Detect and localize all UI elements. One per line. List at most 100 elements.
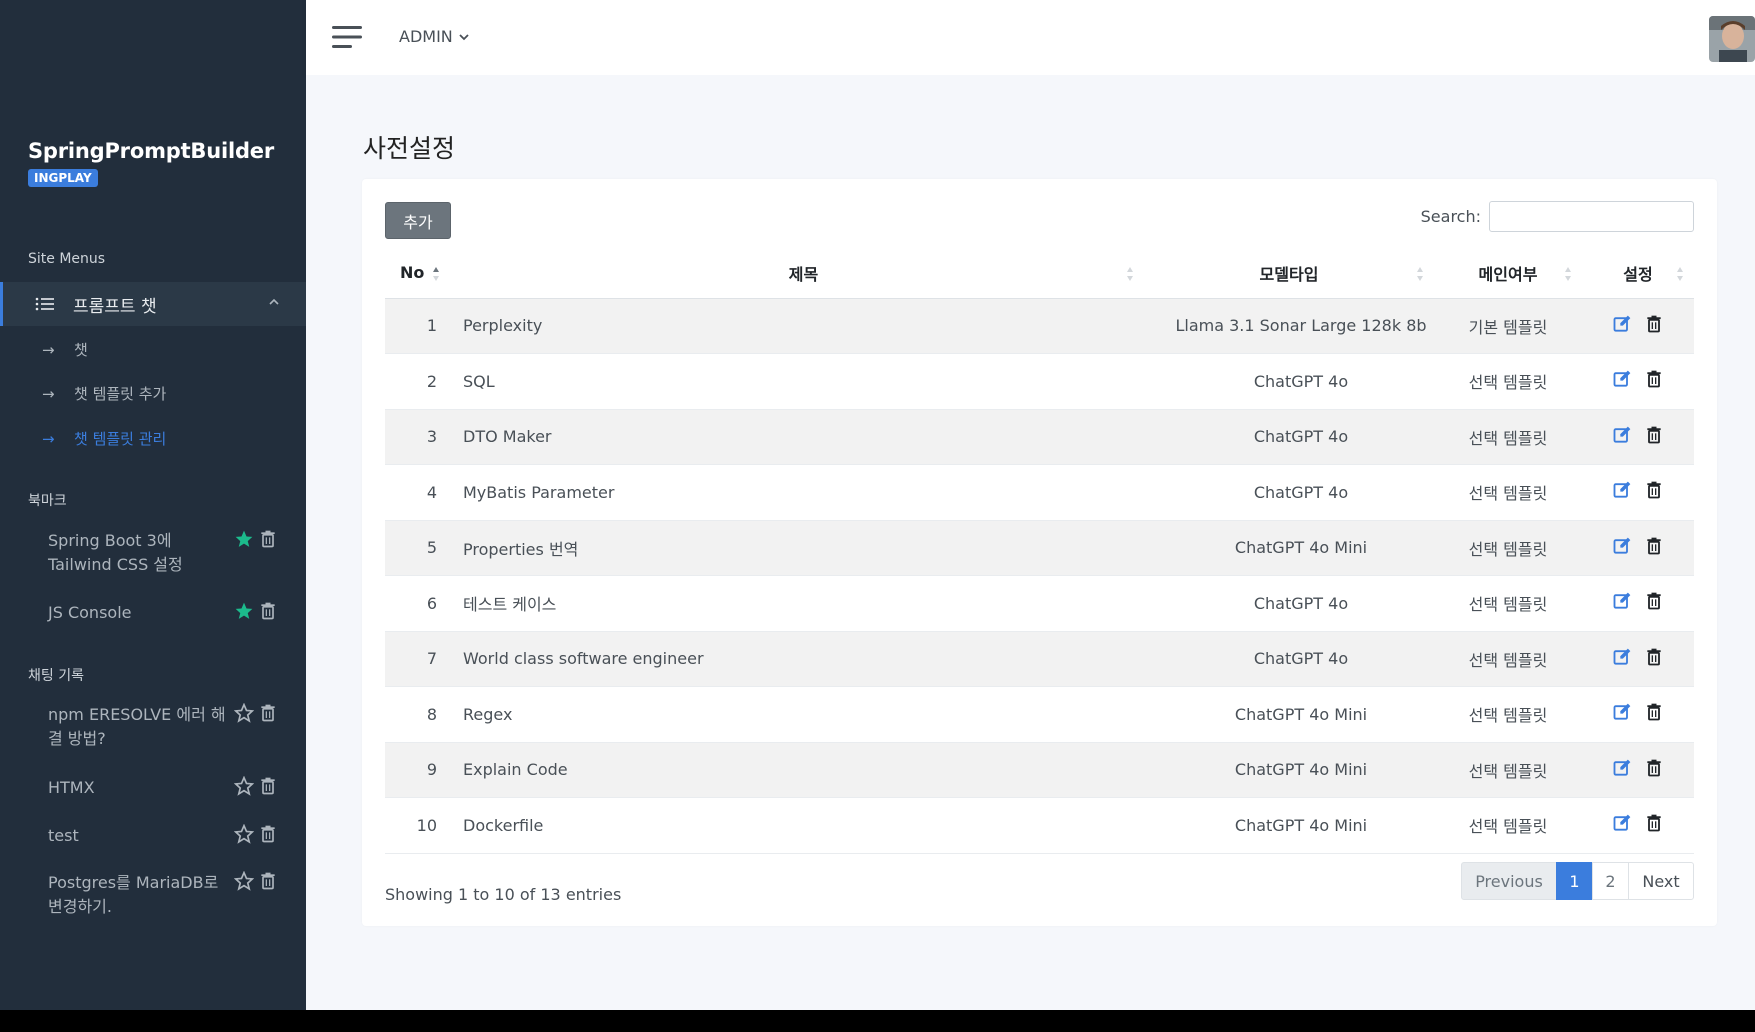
cell-settings (1582, 631, 1694, 687)
table-row[interactable]: 4 MyBatis Parameter ChatGPT 4o 선택 템플릿 (385, 464, 1694, 521)
edit-icon[interactable] (1612, 425, 1632, 445)
edit-icon[interactable] (1612, 813, 1632, 833)
cell-title: Properties 번역 (445, 520, 1144, 576)
table-row[interactable]: 6 테스트 케이스 ChatGPT 4o 선택 템플릿 (385, 575, 1694, 632)
star-filled-icon[interactable] (234, 601, 254, 621)
star-icon[interactable] (234, 776, 254, 796)
edit-icon[interactable] (1612, 369, 1632, 389)
history-label: HTMX (48, 778, 95, 797)
add-button[interactable]: 추가 (385, 202, 451, 239)
star-icon[interactable] (234, 824, 254, 844)
column-header-main[interactable]: 메인여부 (1434, 248, 1582, 299)
trash-icon[interactable] (1644, 813, 1664, 833)
history-item[interactable]: test (48, 824, 298, 848)
trash-icon[interactable] (258, 871, 278, 891)
column-header-no[interactable]: No (385, 248, 445, 299)
cell-title: Regex (445, 686, 1144, 743)
arrow-right-icon: → (42, 340, 55, 359)
edit-icon[interactable] (1612, 758, 1632, 778)
table-row[interactable]: 1 Perplexity Llama 3.1 Sonar Large 128k 8b… (385, 298, 1694, 354)
cell-no: 6 (385, 575, 445, 632)
trash-icon[interactable] (1644, 480, 1664, 500)
previous-button[interactable]: Previous (1461, 862, 1557, 900)
cell-main: 선택 템플릿 (1434, 409, 1582, 465)
column-header-settings[interactable]: 설정 (1582, 248, 1694, 299)
sidebar: SpringPromptBuilder INGPLAY Site Menus 프… (0, 0, 306, 1010)
page-2-button[interactable]: 2 (1592, 862, 1629, 900)
user-menu[interactable]: ADMIN (399, 27, 469, 46)
table-row[interactable]: 3 DTO Maker ChatGPT 4o 선택 템플릿 (385, 409, 1694, 465)
hamburger-icon[interactable] (332, 25, 362, 49)
bookmarks-heading: 북마크 (28, 493, 67, 509)
trash-icon[interactable] (1644, 591, 1664, 611)
submenu-chat[interactable]: → 챗 (42, 339, 88, 360)
edit-icon[interactable] (1612, 591, 1632, 611)
cell-settings (1582, 575, 1694, 632)
edit-icon[interactable] (1612, 536, 1632, 556)
site-menus-heading: Site Menus (28, 251, 106, 267)
history-label: npm ERESOLVE 에러 해결 방법? (48, 705, 226, 748)
column-header-title[interactable]: 제목 (445, 248, 1144, 299)
edit-icon[interactable] (1612, 647, 1632, 667)
brand-title[interactable]: SpringPromptBuilder (28, 139, 274, 163)
chat-history-heading: 채팅 기록 (28, 668, 84, 684)
table-header-row: No 제목 모델타입 메인여부 설정 (385, 248, 1694, 299)
trash-icon[interactable] (258, 776, 278, 796)
trash-icon[interactable] (1644, 758, 1664, 778)
table-row[interactable]: 2 SQL ChatGPT 4o 선택 템플릿 (385, 353, 1694, 410)
star-filled-icon[interactable] (234, 529, 254, 549)
trash-icon[interactable] (258, 601, 278, 621)
edit-icon[interactable] (1612, 702, 1632, 722)
trash-icon[interactable] (1644, 425, 1664, 445)
table-info: Showing 1 to 10 of 13 entries (385, 885, 622, 904)
trash-icon[interactable] (258, 529, 278, 549)
sort-icon (1127, 267, 1133, 281)
brand[interactable]: SpringPromptBuilder INGPLAY (28, 139, 274, 187)
trash-icon[interactable] (1644, 314, 1664, 334)
page-1-button[interactable]: 1 (1556, 862, 1593, 900)
history-item[interactable]: npm ERESOLVE 에러 해결 방법? (48, 703, 298, 751)
table-row[interactable]: 5 Properties 번역 ChatGPT 4o Mini 선택 템플릿 (385, 520, 1694, 576)
cell-model: ChatGPT 4o (1144, 353, 1434, 410)
edit-icon[interactable] (1612, 314, 1632, 334)
trash-icon[interactable] (1644, 702, 1664, 722)
trash-icon[interactable] (258, 703, 278, 723)
submenu-add-template[interactable]: → 챗 템플릿 추가 (42, 383, 166, 404)
search: Search: (1421, 201, 1694, 232)
sidebar-item-prompt-chat[interactable]: 프롬프트 챗 (0, 282, 306, 326)
history-item[interactable]: HTMX (48, 776, 298, 800)
cell-model: ChatGPT 4o Mini (1144, 520, 1434, 576)
main-content: 사전설정 추가 Search: No 제목 모델타입 메인여부 설정 1 Per… (306, 75, 1755, 1010)
cell-no: 10 (385, 797, 445, 854)
bookmark-item[interactable]: JS Console (48, 601, 298, 625)
avatar[interactable] (1709, 16, 1755, 62)
cell-model: ChatGPT 4o Mini (1144, 686, 1434, 743)
history-item[interactable]: Postgres를 MariaDB로 변경하기. (48, 871, 298, 919)
edit-icon[interactable] (1612, 480, 1632, 500)
column-header-model[interactable]: 모델타입 (1144, 248, 1434, 299)
cell-no: 3 (385, 409, 445, 465)
trash-icon[interactable] (1644, 536, 1664, 556)
cell-main: 선택 템플릿 (1434, 575, 1582, 632)
table-row[interactable]: 8 Regex ChatGPT 4o Mini 선택 템플릿 (385, 686, 1694, 743)
next-button[interactable]: Next (1628, 862, 1694, 900)
table-row[interactable]: 10 Dockerfile ChatGPT 4o Mini 선택 템플릿 (385, 797, 1694, 854)
trash-icon[interactable] (1644, 647, 1664, 667)
trash-icon[interactable] (1644, 369, 1664, 389)
search-input[interactable] (1489, 201, 1694, 232)
submenu-manage-templates[interactable]: → 챗 템플릿 관리 (42, 428, 166, 449)
cell-no: 2 (385, 353, 445, 410)
table-row[interactable]: 7 World class software engineer ChatGPT 4o… (385, 631, 1694, 687)
cell-model: ChatGPT 4o Mini (1144, 742, 1434, 798)
bookmark-label: JS Console (48, 603, 132, 622)
star-icon[interactable] (234, 871, 254, 891)
sort-asc-icon (433, 267, 439, 281)
bookmark-item[interactable]: Spring Boot 3에 Tailwind CSS 설정 (48, 529, 298, 577)
table-row[interactable]: 9 Explain Code ChatGPT 4o Mini 선택 템플릿 (385, 742, 1694, 798)
submenu-label: 챗 템플릿 추가 (74, 385, 167, 403)
submenu-label: 챗 (74, 341, 88, 359)
trash-icon[interactable] (258, 824, 278, 844)
sort-icon (1417, 267, 1423, 281)
cell-no: 7 (385, 631, 445, 687)
star-icon[interactable] (234, 703, 254, 723)
